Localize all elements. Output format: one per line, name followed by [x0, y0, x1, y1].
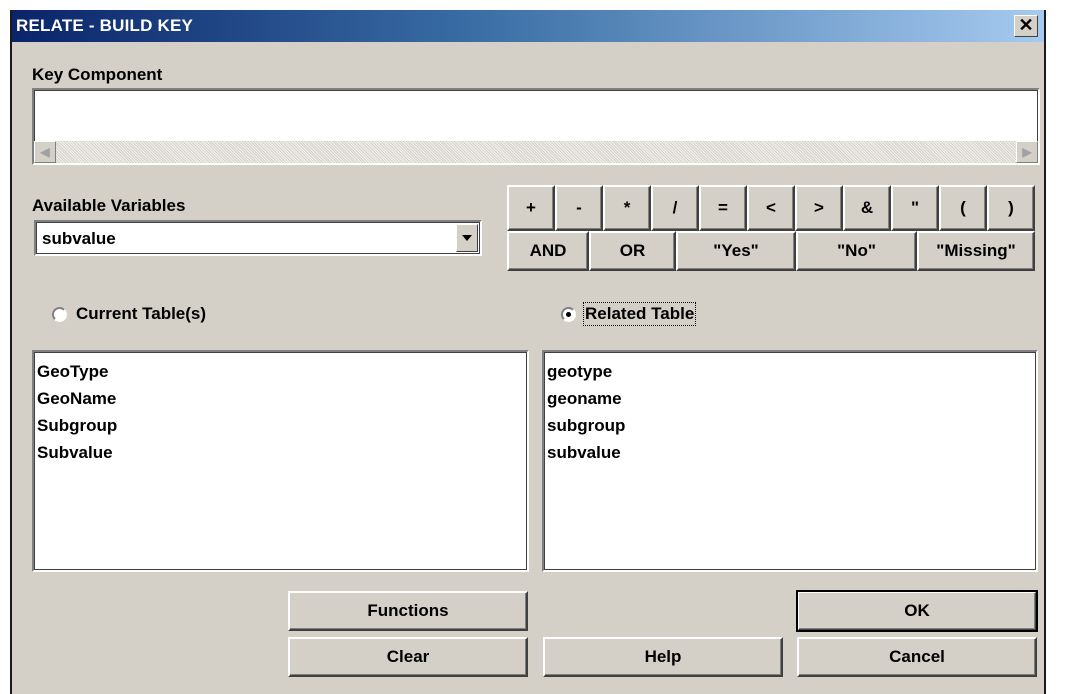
current-tables-list[interactable]: GeoType GeoName Subgroup Subvalue [32, 350, 529, 572]
list-item[interactable]: subgroup [547, 412, 1036, 439]
op-close-paren-button[interactable]: ) [987, 185, 1035, 231]
window-title: RELATE - BUILD KEY [16, 16, 194, 35]
related-table-radio[interactable] [561, 307, 576, 322]
related-table-label[interactable]: Related Table [582, 302, 697, 326]
dropdown-button[interactable] [456, 224, 478, 252]
op-missing-button[interactable]: "Missing" [917, 231, 1035, 271]
list-item[interactable]: GeoName [37, 385, 527, 412]
current-tables-radio[interactable] [52, 307, 67, 322]
list-item[interactable]: Subgroup [37, 412, 527, 439]
close-button[interactable]: ✕ [1014, 15, 1038, 37]
op-divide-button[interactable]: / [651, 185, 699, 231]
chevron-down-icon [462, 235, 472, 241]
op-quote-button[interactable]: " [891, 185, 939, 231]
list-item[interactable]: GeoType [37, 358, 527, 385]
available-variables-select[interactable]: subvalue [34, 220, 482, 256]
scroll-right-button[interactable]: ▶ [1016, 141, 1038, 163]
available-variables-label: Available Variables [32, 196, 186, 215]
op-ampersand-button[interactable]: & [843, 185, 891, 231]
functions-button[interactable]: Functions [288, 591, 528, 631]
op-less-than-button[interactable]: < [747, 185, 795, 231]
op-multiply-button[interactable]: * [603, 185, 651, 231]
ok-button[interactable]: OK [796, 590, 1038, 632]
relate-build-key-dialog: RELATE - BUILD KEY ✕ Key Component ◀ ▶ A… [10, 10, 1046, 694]
list-item[interactable]: geoname [547, 385, 1036, 412]
title-bar[interactable]: RELATE - BUILD KEY ✕ [12, 10, 1044, 42]
available-variables-value: subvalue [42, 229, 116, 248]
op-plus-button[interactable]: + [507, 185, 555, 231]
related-table-list[interactable]: geotype geoname subgroup subvalue [542, 350, 1038, 572]
op-greater-than-button[interactable]: > [795, 185, 843, 231]
list-item[interactable]: subvalue [547, 439, 1036, 466]
list-item[interactable]: geotype [547, 358, 1036, 385]
key-component-label: Key Component [32, 65, 163, 84]
op-minus-button[interactable]: - [555, 185, 603, 231]
clear-button[interactable]: Clear [288, 637, 528, 677]
op-equals-button[interactable]: = [699, 185, 747, 231]
arrow-left-icon: ◀ [40, 145, 50, 159]
key-component-scrollbar[interactable]: ◀ ▶ [34, 141, 1038, 163]
cancel-button[interactable]: Cancel [797, 637, 1037, 677]
op-open-paren-button[interactable]: ( [939, 185, 987, 231]
op-and-button[interactable]: AND [507, 231, 589, 271]
op-or-button[interactable]: OR [589, 231, 676, 271]
close-icon: ✕ [1018, 15, 1034, 35]
help-button[interactable]: Help [543, 637, 783, 677]
op-yes-button[interactable]: "Yes" [676, 231, 796, 271]
scroll-left-button[interactable]: ◀ [34, 141, 56, 163]
arrow-right-icon: ▶ [1022, 145, 1032, 159]
current-tables-label[interactable]: Current Table(s) [76, 304, 206, 324]
op-no-button[interactable]: "No" [796, 231, 917, 271]
list-item[interactable]: Subvalue [37, 439, 527, 466]
